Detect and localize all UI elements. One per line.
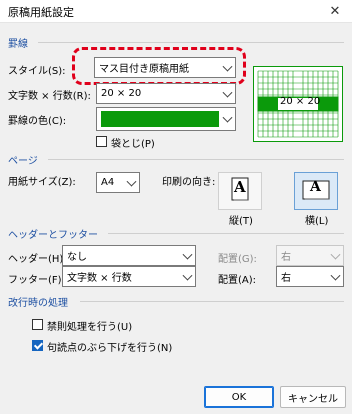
chars-lines-label: 文字数 × 行数(R): bbox=[8, 91, 91, 102]
burasage-label: 句読点のぶら下げを行う(N) bbox=[47, 343, 173, 354]
paper-size-value: A4 bbox=[101, 177, 115, 188]
style-label: スタイル(S): bbox=[8, 66, 66, 77]
window-title: 原稿用紙設定 bbox=[8, 6, 74, 19]
binding-checkbox[interactable] bbox=[96, 136, 107, 147]
landscape-button[interactable]: A bbox=[294, 172, 338, 210]
portrait-label: 縦(T) bbox=[229, 216, 253, 227]
line-color-label: 罫線の色(C): bbox=[8, 116, 67, 127]
paper-size-select[interactable]: A4 bbox=[96, 172, 140, 193]
cancel-button[interactable]: キャンセル bbox=[280, 386, 346, 408]
ok-button[interactable]: OK bbox=[204, 386, 274, 408]
footer-align-select[interactable]: 右 bbox=[276, 266, 344, 287]
kinsoku-checkbox[interactable] bbox=[32, 319, 43, 330]
landscape-glyph: A bbox=[310, 179, 321, 195]
close-button[interactable]: ✕ bbox=[318, 0, 352, 22]
kinsoku-label: 禁則処理を行う(U) bbox=[47, 322, 133, 333]
section-page: ページ bbox=[8, 156, 38, 167]
close-icon: ✕ bbox=[329, 3, 341, 19]
footer-label: フッター(F): bbox=[8, 275, 65, 286]
portrait-glyph: A bbox=[234, 178, 246, 196]
chevron-down-icon bbox=[222, 112, 233, 123]
chevron-down-icon bbox=[126, 176, 137, 187]
footer-align-value: 右 bbox=[281, 273, 291, 284]
divider bbox=[80, 301, 344, 302]
divider bbox=[48, 159, 344, 160]
footer-select[interactable]: 文字数 × 行数 bbox=[62, 266, 196, 287]
footer-select-value: 文字数 × 行数 bbox=[67, 273, 132, 284]
header-select-value: なし bbox=[67, 252, 87, 263]
preview-box: 20 × 20 bbox=[253, 66, 343, 142]
paper-size-label: 用紙サイズ(Z): bbox=[8, 177, 76, 188]
chevron-down-icon bbox=[330, 270, 341, 281]
burasage-checkbox[interactable] bbox=[32, 340, 43, 351]
chars-lines-value: 20 × 20 bbox=[101, 88, 142, 99]
ok-button-label: OK bbox=[231, 391, 247, 403]
chevron-down-icon bbox=[222, 87, 233, 98]
chevron-down-icon bbox=[330, 249, 341, 260]
chevron-down-icon bbox=[182, 249, 193, 260]
header-align-label: 配置(G): bbox=[218, 254, 257, 265]
chars-lines-select[interactable]: 20 × 20 bbox=[96, 83, 236, 104]
section-header-footer: ヘッダーとフッター bbox=[8, 230, 98, 241]
header-select[interactable]: なし bbox=[62, 245, 196, 266]
header-align-select[interactable]: 右 bbox=[276, 245, 344, 266]
highlight-annotation bbox=[72, 47, 246, 85]
chevron-down-icon bbox=[182, 270, 193, 281]
cancel-button-label: キャンセル bbox=[288, 393, 338, 405]
line-color-select[interactable] bbox=[96, 107, 236, 131]
line-color-swatch bbox=[101, 111, 219, 127]
binding-label: 袋とじ(P) bbox=[111, 139, 155, 150]
section-line-break: 改行時の処理 bbox=[8, 298, 68, 309]
divider bbox=[38, 42, 344, 43]
portrait-button[interactable]: A bbox=[218, 172, 262, 210]
orientation-label: 印刷の向き: bbox=[162, 177, 216, 188]
divider bbox=[108, 233, 344, 234]
header-align-value: 右 bbox=[281, 252, 291, 263]
section-ruled-lines: 罫線 bbox=[8, 39, 28, 50]
preview-label: 20 × 20 bbox=[280, 96, 321, 107]
landscape-label: 横(L) bbox=[305, 216, 329, 227]
header-label: ヘッダー(H): bbox=[8, 254, 67, 265]
title-bar: 原稿用紙設定 ✕ bbox=[0, 0, 352, 23]
footer-align-label: 配置(A): bbox=[218, 275, 257, 286]
